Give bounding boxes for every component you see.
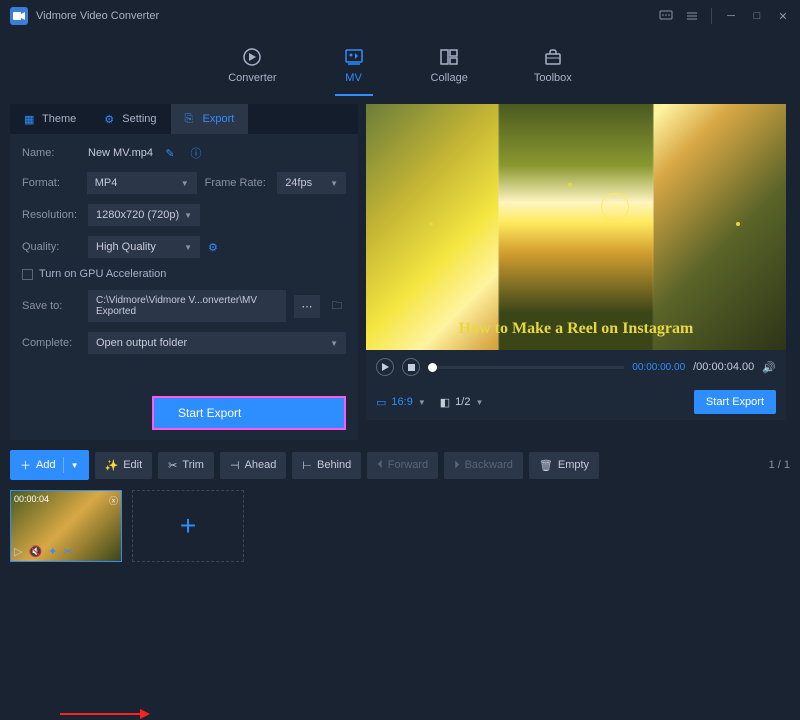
page-indicator: 1 / 1	[769, 459, 790, 471]
format-label: Format:	[22, 177, 79, 189]
clip-trim-icon[interactable]: ✂	[63, 545, 72, 558]
page-ratio-select[interactable]: ◧1/2▼	[440, 396, 484, 409]
plus-icon: ＋	[20, 457, 31, 473]
mv-icon	[343, 46, 365, 68]
subtab-setting[interactable]: ⚙Setting	[90, 104, 170, 134]
chevron-down-icon: ▼	[184, 211, 192, 220]
info-icon[interactable]: ⓘ	[187, 144, 205, 162]
chevron-down-icon: ▼	[184, 243, 192, 252]
clip-thumbnail[interactable]: 00:00:04 ⓧ ▷ 🔇 ✦ ✂	[10, 490, 122, 562]
scissors-icon: ✂	[168, 459, 177, 472]
maximize-icon[interactable]: □	[750, 9, 764, 23]
split-icon: ◧	[440, 396, 450, 409]
resolution-label: Resolution:	[22, 209, 80, 221]
forward-icon: ⏴	[377, 459, 383, 472]
behind-button[interactable]: ⊢Behind	[292, 452, 361, 479]
resolution-select[interactable]: 1280x720 (720p)▼	[88, 204, 200, 226]
chevron-down-icon: ▼	[181, 179, 189, 188]
app-title: Vidmore Video Converter	[36, 10, 159, 22]
close-icon[interactable]: ✕	[776, 9, 790, 23]
chevron-down-icon: ▼	[475, 398, 483, 407]
time-total: /00:00:04.00	[693, 361, 754, 373]
trim-button[interactable]: ✂Trim	[158, 452, 214, 479]
collage-icon	[438, 46, 460, 68]
add-button[interactable]: ＋Add▼	[10, 450, 89, 480]
name-value: New MV.mp4	[88, 147, 153, 159]
clip-mute-icon[interactable]: 🔇	[28, 545, 42, 558]
saveto-more[interactable]: ⋯	[294, 295, 320, 318]
tab-converter[interactable]: Converter	[220, 40, 284, 96]
clip-effect-icon[interactable]: ✦	[48, 545, 57, 558]
framerate-select[interactable]: 24fps▼	[277, 172, 346, 194]
tab-collage[interactable]: Collage	[423, 40, 476, 96]
app-logo	[10, 7, 28, 25]
folder-icon[interactable]: 🗀	[328, 297, 346, 315]
backward-button[interactable]: ⏵Backward	[444, 452, 523, 479]
annotation-arrow	[60, 708, 150, 720]
theme-icon: ▦	[24, 113, 36, 125]
progress-bar[interactable]	[428, 366, 624, 369]
time-current: 00:00:00.00	[632, 362, 685, 373]
converter-icon	[241, 46, 263, 68]
chevron-down-icon: ▼	[330, 339, 338, 348]
minimize-icon[interactable]: ─	[724, 9, 738, 23]
checkbox-icon	[22, 269, 33, 280]
ahead-icon: ⊣	[230, 459, 240, 472]
edit-button[interactable]: ✨Edit	[95, 452, 153, 479]
ahead-button[interactable]: ⊣Ahead	[220, 452, 286, 479]
subtab-export[interactable]: ⎘Export	[171, 104, 249, 134]
behind-icon: ⊢	[302, 459, 312, 472]
format-select[interactable]: MP4▼	[87, 172, 197, 194]
tab-mv[interactable]: MV	[335, 40, 373, 96]
preview-area: How to Make a Reel on Instagram	[366, 104, 786, 350]
quality-select[interactable]: High Quality▼	[88, 236, 200, 258]
toolbox-icon	[542, 46, 564, 68]
name-label: Name:	[22, 147, 80, 159]
start-export-button-right[interactable]: Start Export	[694, 390, 776, 414]
setting-icon: ⚙	[104, 113, 116, 125]
menu-icon[interactable]	[685, 9, 699, 23]
export-icon: ⎘	[185, 113, 197, 125]
backward-icon: ⏵	[454, 459, 460, 472]
plus-icon: +	[180, 510, 196, 542]
wand-icon: ✨	[105, 459, 119, 472]
quality-label: Quality:	[22, 241, 80, 253]
start-export-button[interactable]: Start Export	[152, 396, 346, 430]
saveto-field[interactable]: C:\Vidmore\Vidmore V...onverter\MV Expor…	[88, 290, 286, 322]
aspect-icon: ▭	[376, 396, 386, 409]
feedback-icon[interactable]	[659, 9, 673, 23]
clip-play-icon[interactable]: ▷	[14, 545, 22, 558]
complete-select[interactable]: Open output folder▼	[88, 332, 346, 354]
gpu-checkbox[interactable]: Turn on GPU Acceleration	[22, 268, 346, 280]
subtab-theme[interactable]: ▦Theme	[10, 104, 90, 134]
empty-button[interactable]: 🗑Empty	[529, 452, 599, 479]
saveto-label: Save to:	[22, 300, 80, 312]
separator	[711, 8, 712, 24]
tab-toolbox[interactable]: Toolbox	[526, 40, 580, 96]
stop-button[interactable]	[402, 358, 420, 376]
gear-icon[interactable]: ⚙	[208, 241, 218, 254]
chevron-down-icon: ▼	[330, 179, 338, 188]
chevron-down-icon: ▼	[418, 398, 426, 407]
edit-name-icon[interactable]: ✎	[161, 144, 179, 162]
clip-duration: 00:00:04	[14, 494, 49, 507]
remove-clip-icon[interactable]: ⓧ	[109, 494, 118, 507]
forward-button[interactable]: ⏴Forward	[367, 452, 438, 479]
aspect-ratio-select[interactable]: ▭16:9▼	[376, 396, 426, 409]
trash-icon: 🗑	[539, 459, 553, 472]
complete-label: Complete:	[22, 337, 80, 349]
add-clip-button[interactable]: +	[132, 490, 244, 562]
framerate-label: Frame Rate:	[205, 177, 270, 189]
chevron-down-icon: ▼	[71, 461, 79, 470]
preview-caption: How to Make a Reel on Instagram	[366, 320, 786, 338]
play-button[interactable]	[376, 358, 394, 376]
volume-icon[interactable]: 🔊	[762, 361, 776, 374]
